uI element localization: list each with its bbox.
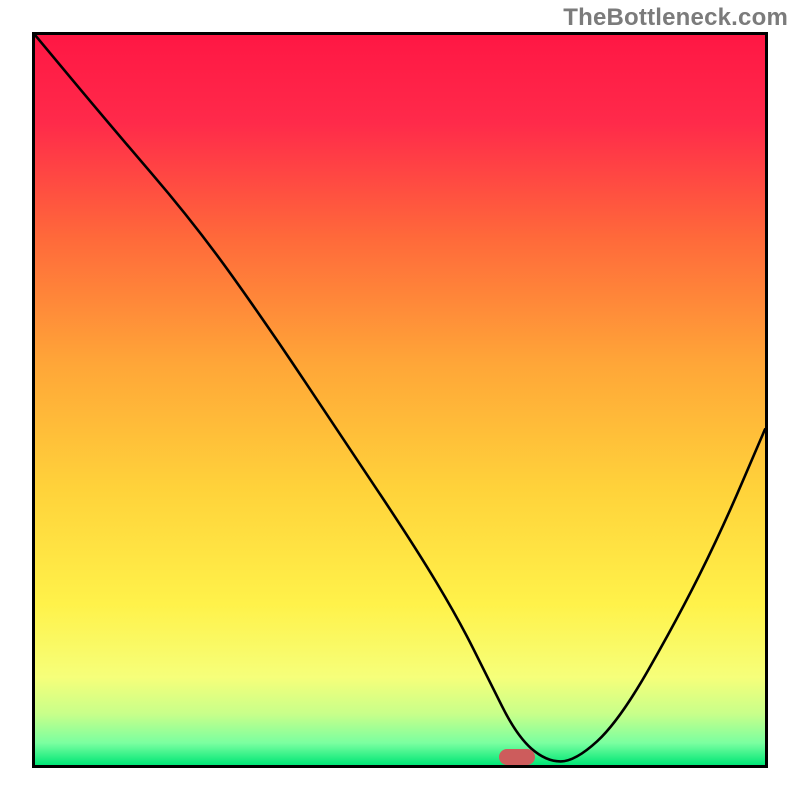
plot-area [32, 32, 768, 768]
chart-container: TheBottleneck.com [0, 0, 800, 800]
watermark-text: TheBottleneck.com [563, 4, 788, 32]
gradient-background [35, 35, 765, 765]
optimal-marker [499, 749, 535, 765]
